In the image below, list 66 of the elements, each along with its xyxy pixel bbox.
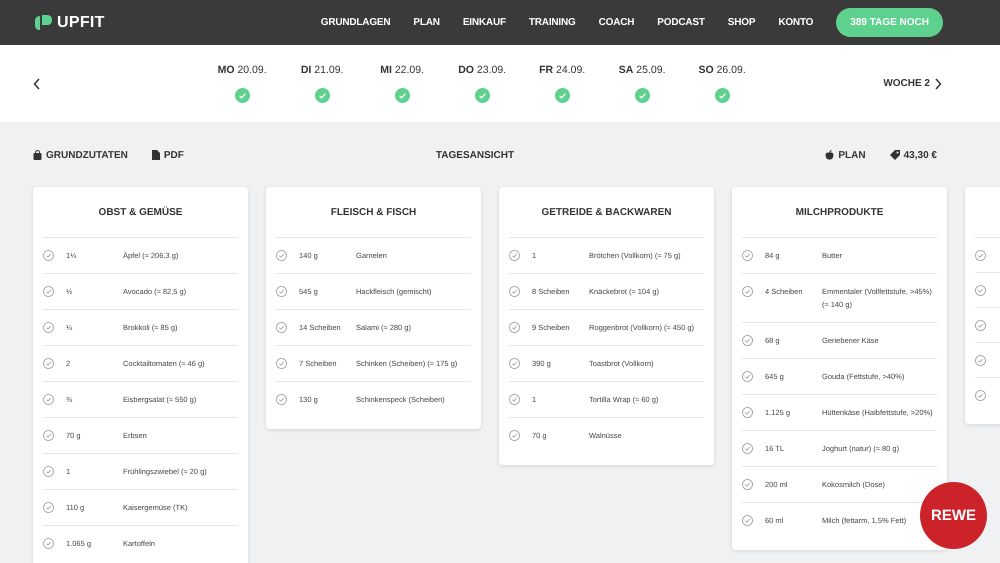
checkbox[interactable] [509,394,520,405]
checkbox[interactable] [509,250,520,261]
checkbox[interactable] [742,250,753,261]
checkbox[interactable] [276,286,287,297]
checkbox[interactable] [509,286,520,297]
day-label[interactable]: DO 23.09. [458,64,506,76]
week-link[interactable]: WOCHE 2 [883,78,930,89]
brand-name[interactable]: UPFIT [57,14,105,32]
checkbox[interactable] [276,322,287,333]
checkbox[interactable] [742,286,753,297]
checkbox[interactable] [742,443,753,454]
checkbox[interactable] [509,430,520,441]
checkbox[interactable] [43,358,54,369]
checkbox[interactable] [43,538,54,549]
checkbox[interactable] [742,479,753,490]
checkbox[interactable] [742,515,753,526]
checkbox[interactable] [975,320,986,331]
plan-link[interactable]: PLAN [838,150,866,160]
ingredients-link[interactable]: GRUNDZUTATEN [46,150,128,160]
nav-link[interactable]: EINKAUF [462,17,506,28]
nav-link[interactable]: PODCAST [657,17,705,28]
checkbox[interactable] [43,250,54,261]
checkbox[interactable] [975,355,986,366]
previous-icon[interactable] [33,78,41,90]
checkbox[interactable] [975,390,986,401]
checkbox[interactable] [742,407,753,418]
nav-link[interactable]: TRAINING [528,17,576,28]
day-label[interactable]: DI 21.09. [300,64,344,76]
checkbox[interactable] [509,322,520,333]
store-badge[interactable]: REWE [920,482,987,549]
checkbox[interactable] [43,502,54,513]
pdf-link[interactable]: PDF [164,150,184,160]
logo-icon [33,12,53,32]
nav-link[interactable]: GRUNDLAGEN [320,17,390,28]
tag-icon [890,150,900,160]
nav-link[interactable]: PLAN [413,17,440,28]
nav-link[interactable]: KONTO [778,17,814,28]
checkbox[interactable] [43,466,54,477]
apple-icon [825,150,834,160]
checkbox[interactable] [43,322,54,333]
checkbox[interactable] [509,358,520,369]
checkbox[interactable] [975,250,986,261]
card-title: FLEISCH & FISCH [330,206,416,218]
checkbox[interactable] [276,250,287,261]
card-title: OBST & GEMÜSE [98,206,182,218]
view-label[interactable]: TAGESANSICHT [436,150,514,160]
checkbox[interactable] [276,394,287,405]
card-title: GETREIDE & BACKWAREN [541,206,672,218]
nav-link[interactable]: COACH [598,17,634,28]
checkbox[interactable] [276,358,287,369]
day-label[interactable]: SA 25.09. [618,64,666,76]
card-title: MILCHPRODUKTE [796,206,884,218]
day-label[interactable]: FR 24.09. [539,64,586,76]
document-icon [152,150,160,160]
day-label[interactable]: MO 20.09. [218,64,267,76]
checkbox[interactable] [975,285,986,296]
checkbox[interactable] [742,371,753,382]
checkbox[interactable] [742,335,753,346]
nav-link[interactable]: SHOP [728,17,756,28]
checkbox[interactable] [43,394,54,405]
checkbox[interactable] [43,286,54,297]
next-icon[interactable] [934,78,942,90]
checkbox[interactable] [43,430,54,441]
day-label[interactable]: SO 26.09. [698,64,746,76]
price-label: 43,30 € [904,150,937,160]
day-label[interactable]: MI 22.09. [380,64,424,76]
